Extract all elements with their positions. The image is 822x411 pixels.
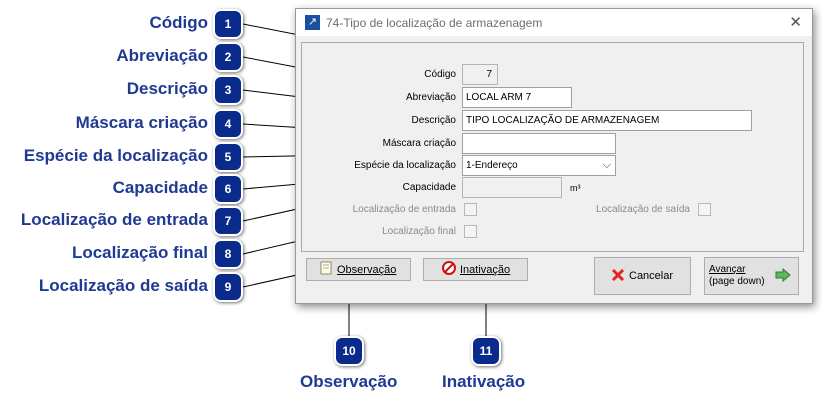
app-icon: ↗ bbox=[305, 15, 320, 30]
cancelar-label: Cancelar bbox=[629, 270, 674, 282]
callout-badge-9: 9 bbox=[213, 272, 243, 302]
callout-label-descricao: Descrição bbox=[126, 79, 208, 98]
callout-label-capacidade: Capacidade bbox=[112, 178, 208, 197]
loc-final-label: Localização final bbox=[382, 226, 456, 237]
codigo-label: Código bbox=[424, 69, 456, 80]
callout-badge-3: 3 bbox=[213, 75, 243, 105]
callout-label-loc-final: Localização final bbox=[71, 243, 208, 262]
callout-label-inativacao: Inativação bbox=[442, 372, 526, 391]
window-title: 74-Tipo de localização de armazenagem bbox=[326, 16, 543, 30]
callout-label-loc-entrada: Localização de entrada bbox=[20, 210, 208, 229]
capacidade-label: Capacidade bbox=[402, 182, 456, 193]
especie-select[interactable]: 1-Endereço ⌵ bbox=[462, 155, 616, 176]
codigo-field: 7 bbox=[462, 64, 498, 85]
capacidade-field bbox=[462, 177, 562, 198]
title-bar[interactable]: ↗ 74-Tipo de localização de armazenagem … bbox=[296, 9, 812, 36]
chevron-down-icon[interactable]: ⌵ bbox=[603, 156, 611, 175]
callout-label-loc-saida: Localização de saída bbox=[38, 276, 208, 295]
callout-label-observacao: Observação bbox=[300, 372, 398, 391]
descricao-label: Descrição bbox=[411, 115, 456, 126]
form-panel: Código 7 Abreviação LOCAL ARM 7 Descriçã… bbox=[301, 42, 804, 252]
avancar-shortcut: (page down) bbox=[709, 276, 765, 287]
callout-badge-2: 2 bbox=[213, 42, 243, 72]
descricao-input[interactable]: TIPO LOCALIZAÇÃO DE ARMAZENAGEM bbox=[462, 110, 752, 131]
cancel-x-icon bbox=[611, 268, 625, 285]
abreviacao-input[interactable]: LOCAL ARM 7 bbox=[462, 87, 572, 108]
callout-badge-5: 5 bbox=[213, 142, 243, 172]
callout-badge-1: 1 bbox=[213, 9, 243, 39]
callout-badge-11: 11 bbox=[471, 336, 501, 366]
loc-entrada-checkbox[interactable] bbox=[464, 203, 477, 216]
observacao-label: Observação bbox=[337, 263, 397, 276]
inativacao-button[interactable]: Inativação bbox=[423, 258, 528, 281]
callout-badge-10: 10 bbox=[334, 336, 364, 366]
observacao-button[interactable]: Observação bbox=[306, 258, 411, 281]
callout-badge-7: 7 bbox=[213, 206, 243, 236]
callout-label-especie: Espécie da localização bbox=[23, 146, 208, 165]
callout-badge-6: 6 bbox=[213, 174, 243, 204]
callout-badge-8: 8 bbox=[213, 239, 243, 269]
especie-select-value: 1-Endereço bbox=[466, 160, 518, 171]
abreviacao-label: Abreviação bbox=[405, 92, 456, 103]
loc-saida-label: Localização de saída bbox=[596, 204, 690, 215]
callout-label-mascara: Máscara criação bbox=[75, 113, 208, 132]
prohibited-icon bbox=[442, 261, 456, 278]
mascara-input[interactable] bbox=[462, 133, 616, 154]
capacidade-unit: m³ bbox=[570, 183, 581, 193]
callout-label-abreviacao: Abreviação bbox=[116, 46, 208, 65]
loc-saida-checkbox[interactable] bbox=[698, 203, 711, 216]
avancar-label: Avançar bbox=[709, 264, 746, 275]
callout-badge-4: 4 bbox=[213, 109, 243, 139]
avancar-button[interactable]: Avançar (page down) bbox=[704, 257, 799, 295]
close-icon[interactable]: ✕ bbox=[789, 13, 802, 31]
cancelar-button[interactable]: Cancelar bbox=[594, 257, 691, 295]
especie-label: Espécie da localização bbox=[354, 160, 456, 171]
mascara-label: Máscara criação bbox=[382, 138, 456, 149]
arrow-right-icon bbox=[775, 267, 791, 285]
loc-final-checkbox[interactable] bbox=[464, 225, 477, 238]
callout-label-codigo: Código bbox=[149, 13, 208, 32]
loc-entrada-label: Localização de entrada bbox=[352, 204, 456, 215]
dialog-window: ↗ 74-Tipo de localização de armazenagem … bbox=[295, 8, 813, 304]
inativacao-label: Inativação bbox=[460, 263, 511, 276]
note-icon bbox=[319, 261, 333, 278]
